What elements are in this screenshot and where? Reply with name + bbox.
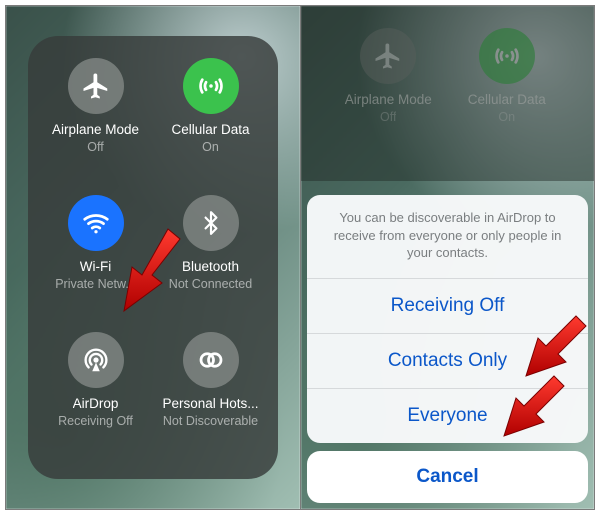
airplane-label: Airplane Mode — [345, 92, 432, 108]
hotspot-label: Personal Hots... — [162, 396, 258, 412]
bluetooth-status: Not Connected — [169, 277, 252, 291]
sheet-message: You can be discoverable in AirDrop to re… — [307, 195, 588, 278]
dimmed-controls: Airplane Mode Off Cellular Data On — [301, 6, 594, 181]
wifi-tile[interactable]: Wi-Fi Private Netw... — [38, 187, 153, 324]
airplane-label: Airplane Mode — [52, 122, 139, 138]
airplane-icon — [360, 28, 416, 84]
cancel-button[interactable]: Cancel — [307, 451, 588, 503]
bluetooth-icon — [183, 195, 239, 251]
wifi-status: Private Netw... — [55, 277, 136, 291]
hotspot-status: Not Discoverable — [163, 414, 258, 428]
airdrop-sheet-pane: Airplane Mode Off Cellular Data On You c… — [300, 6, 594, 509]
cellular-status: On — [498, 110, 515, 124]
cellular-label: Cellular Data — [171, 122, 249, 138]
airdrop-label: AirDrop — [73, 396, 119, 412]
airplane-status: Off — [380, 110, 396, 124]
cellular-label: Cellular Data — [468, 92, 546, 108]
action-sheet: You can be discoverable in AirDrop to re… — [307, 195, 588, 503]
cellular-data-tile-dimmed: Cellular Data On — [448, 24, 567, 124]
connectivity-card: Airplane Mode Off Cellular Data On Wi-Fi… — [28, 36, 278, 479]
hotspot-tile[interactable]: Personal Hots... Not Discoverable — [153, 324, 268, 461]
option-receiving-off[interactable]: Receiving Off — [307, 278, 588, 333]
cellular-icon — [479, 28, 535, 84]
hotspot-icon — [183, 332, 239, 388]
option-contacts-only[interactable]: Contacts Only — [307, 333, 588, 388]
cellular-data-tile[interactable]: Cellular Data On — [153, 50, 268, 187]
option-everyone[interactable]: Everyone — [307, 388, 588, 443]
wifi-label: Wi-Fi — [80, 259, 111, 275]
airplane-status: Off — [87, 140, 103, 154]
control-center-pane: Airplane Mode Off Cellular Data On Wi-Fi… — [6, 6, 300, 509]
bluetooth-tile[interactable]: Bluetooth Not Connected — [153, 187, 268, 324]
airplane-mode-tile[interactable]: Airplane Mode Off — [38, 50, 153, 187]
wifi-icon — [68, 195, 124, 251]
airdrop-tile[interactable]: AirDrop Receiving Off — [38, 324, 153, 461]
airdrop-status: Receiving Off — [58, 414, 133, 428]
airplane-mode-tile-dimmed: Airplane Mode Off — [329, 24, 448, 124]
bluetooth-label: Bluetooth — [182, 259, 239, 275]
airdrop-icon — [68, 332, 124, 388]
cellular-icon — [183, 58, 239, 114]
cellular-status: On — [202, 140, 219, 154]
airplane-icon — [68, 58, 124, 114]
